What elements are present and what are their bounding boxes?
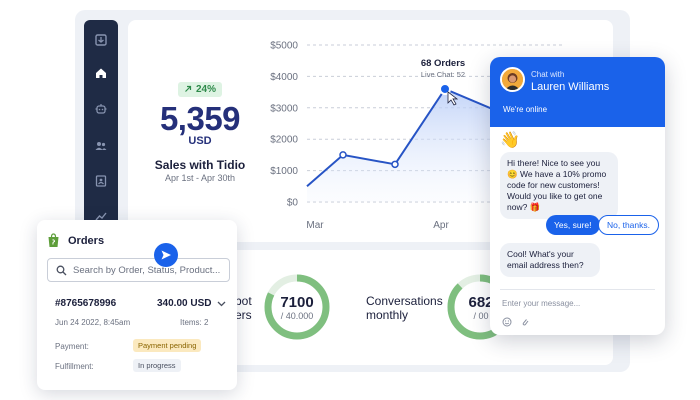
search-icon xyxy=(56,265,67,275)
y-tick-label: $1000 xyxy=(270,166,298,177)
payment-label: Payment: xyxy=(55,342,89,351)
metric-label-line2: monthly xyxy=(366,308,409,322)
chat-message-input[interactable]: Enter your message... xyxy=(502,299,580,308)
order-amount-row[interactable]: 340.00 USD xyxy=(157,298,226,309)
chart-point[interactable] xyxy=(339,151,347,159)
online-status: We're online xyxy=(503,105,548,114)
sidebar-nav xyxy=(84,20,118,235)
fulfillment-status-badge: In progress xyxy=(133,359,181,372)
sales-value: 5,359 xyxy=(159,100,241,137)
y-tick-label: $5000 xyxy=(270,41,298,52)
agent-name: Lauren Williams xyxy=(531,81,610,93)
sales-currency: USD xyxy=(188,135,212,147)
contacts-icon[interactable] xyxy=(84,171,118,191)
order-date: Jun 24 2022, 8:45am xyxy=(55,318,131,327)
emoji-icon[interactable] xyxy=(502,317,512,327)
y-tick-label: $3000 xyxy=(270,103,298,114)
y-tick-label: $4000 xyxy=(270,72,298,83)
attachment-icon[interactable] xyxy=(520,317,530,327)
yes-sure-button[interactable]: Yes, sure! xyxy=(546,215,600,235)
metric-label-line1: bot xyxy=(235,294,252,308)
growth-badge-wrap: 24% xyxy=(150,80,250,98)
orders-search-input[interactable]: Search by Order, Status, Product... xyxy=(47,258,230,282)
metric-total-1: / 40.000 xyxy=(280,311,314,321)
chat-with-label: Chat with xyxy=(531,70,565,79)
send-icon xyxy=(161,250,171,260)
home-icon[interactable] xyxy=(84,63,118,83)
orders-header: Orders xyxy=(47,233,104,248)
chart-point[interactable] xyxy=(391,160,399,169)
avatar xyxy=(500,67,525,92)
x-tick-label: Apr xyxy=(433,220,449,231)
chevron-down-icon[interactable] xyxy=(217,301,226,307)
inbox-icon[interactable] xyxy=(84,30,118,50)
shopify-bag-icon xyxy=(48,233,59,247)
order-items: Items: 2 xyxy=(180,318,209,327)
search-placeholder: Search by Order, Status, Product... xyxy=(73,264,221,276)
arrow-up-right-icon xyxy=(185,85,192,92)
users-icon[interactable] xyxy=(84,136,118,156)
x-tick-label: Mar xyxy=(306,220,324,231)
y-tick-label: $2000 xyxy=(270,135,298,146)
chart-annotation-title: 68 Orders xyxy=(421,58,465,69)
metric-label-conversations: Conversations monthly xyxy=(366,294,443,322)
chat-tools xyxy=(502,317,530,327)
waving-hand-icon: 👋 xyxy=(500,132,520,149)
sales-date-range: Apr 1st - Apr 30th xyxy=(164,173,236,183)
growth-badge: 24% xyxy=(177,81,222,97)
chat-message-email: Cool! What's your email address then? xyxy=(500,243,600,277)
metric-label-bot: bot ers xyxy=(235,294,252,322)
sales-title: Sales with Tidio xyxy=(154,158,246,172)
bot-icon[interactable] xyxy=(84,99,118,119)
orders-panel: Orders Search by Order, Status, Product.… xyxy=(37,220,237,390)
fulfillment-label: Fulfillment: xyxy=(55,362,94,371)
metric-label-line2: ers xyxy=(235,308,252,322)
stage: 24% 5,359 USD Sales with Tidio Apr 1st -… xyxy=(0,0,700,400)
chat-message-promo: Hi there! Nice to see you 😊 We have a 10… xyxy=(500,152,618,219)
order-id: #8765678996 xyxy=(55,298,117,309)
y-tick-label: $0 xyxy=(287,198,299,209)
order-amount: 340.00 USD xyxy=(157,298,212,309)
no-thanks-button[interactable]: No, thanks. xyxy=(598,215,659,235)
chat-header-wave xyxy=(490,112,665,127)
payment-status-badge: Payment pending xyxy=(133,339,202,352)
metric-label-line1: Conversations xyxy=(366,294,443,308)
orders-title: Orders xyxy=(68,234,105,247)
chat-widget: Chat with Lauren Williams We're online 👋… xyxy=(490,57,665,335)
chart-annotation-subtitle: Live Chat: 52 xyxy=(421,70,465,79)
metric-value-1: 7100 xyxy=(280,294,314,311)
send-button[interactable] xyxy=(154,243,178,267)
growth-value: 24% xyxy=(195,83,216,95)
agent-avatar-image xyxy=(502,69,523,90)
chat-divider xyxy=(500,289,655,290)
